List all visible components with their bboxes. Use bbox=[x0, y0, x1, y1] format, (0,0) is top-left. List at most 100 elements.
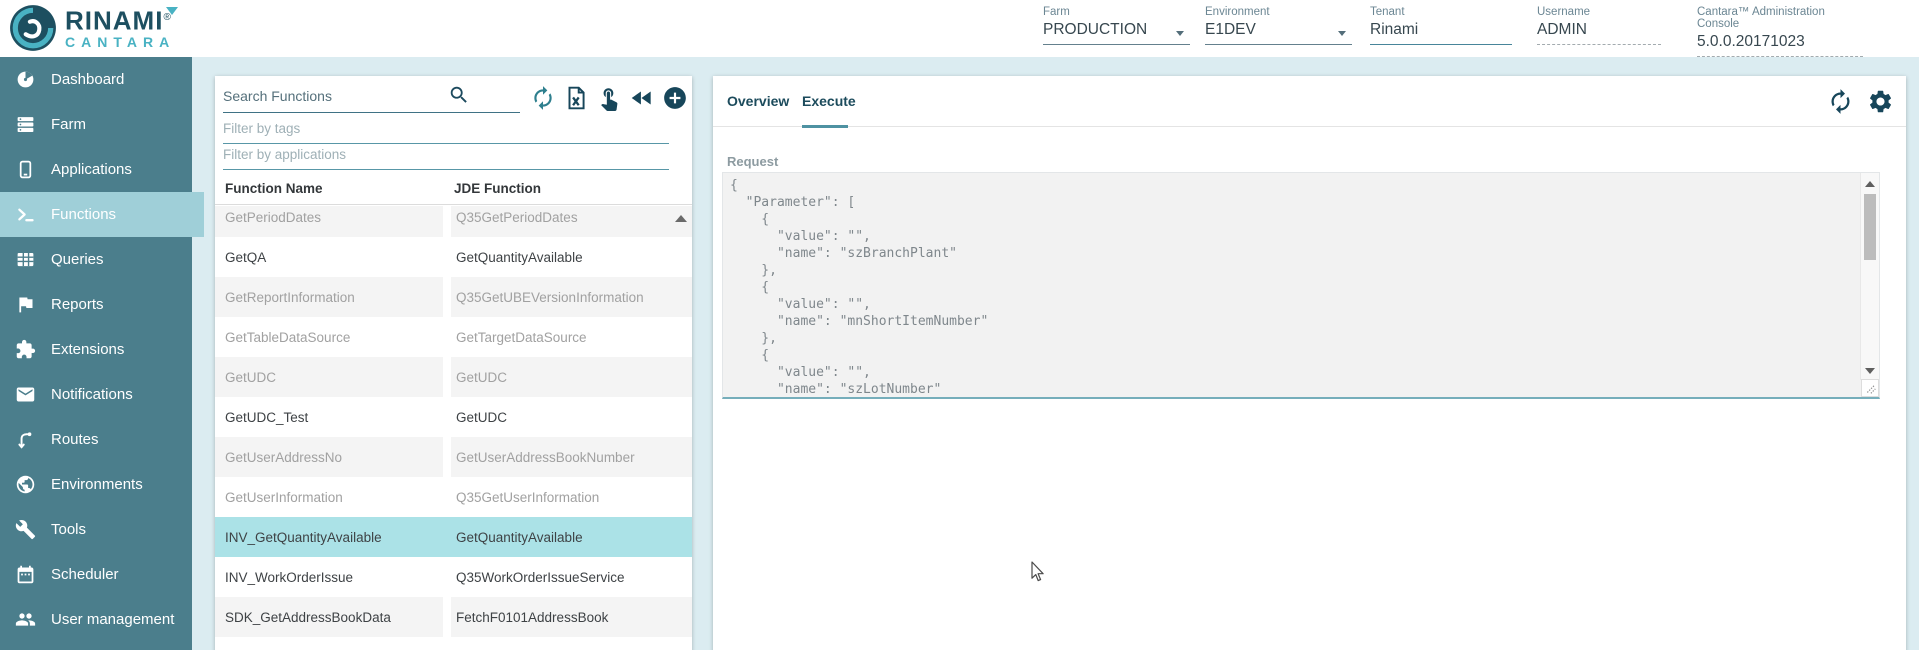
scroll-down-arrow-icon[interactable] bbox=[1865, 368, 1875, 374]
sidebar-item-reports[interactable]: Reports bbox=[0, 282, 192, 327]
jde-function-cell[interactable]: GetUDC bbox=[451, 397, 692, 437]
excel-export-icon[interactable] bbox=[563, 85, 589, 111]
rewind-icon[interactable] bbox=[629, 85, 655, 111]
chevron-down-icon[interactable] bbox=[1338, 31, 1346, 36]
cantara-admin-console: RINAMI® CANTARA FarmPRODUCTIONEnvironmen… bbox=[0, 0, 1919, 650]
table-row[interactable]: GetUDC_TestGetUDC bbox=[215, 397, 692, 437]
sidebar-item-tools[interactable]: Tools bbox=[0, 507, 192, 552]
sidebar-item-label: Extensions bbox=[51, 341, 124, 358]
column-gap bbox=[443, 597, 451, 637]
detail-toolbar bbox=[1827, 88, 1894, 115]
sidebar-item-applications[interactable]: Applications bbox=[0, 147, 192, 192]
hand-pointer-icon[interactable] bbox=[596, 85, 622, 111]
jde-function-cell[interactable]: GetUserAddressBookNumber bbox=[451, 437, 692, 477]
scroll-up-arrow-icon[interactable] bbox=[1865, 181, 1875, 187]
username-label: Username bbox=[1537, 6, 1661, 18]
header-field-farm[interactable]: FarmPRODUCTION bbox=[1043, 6, 1190, 45]
sidebar-item-extensions[interactable]: Extensions bbox=[0, 327, 192, 372]
functions-toolbar bbox=[530, 85, 688, 111]
request-json-textarea[interactable]: { "Parameter": [ { "value": "", "name": … bbox=[722, 172, 1880, 399]
table-row[interactable]: GetUserAddressNoGetUserAddressBookNumber bbox=[215, 437, 692, 477]
function-name-cell[interactable]: GetUDC_Test bbox=[215, 397, 443, 437]
jde-function-cell[interactable]: Q35GetPeriodDates bbox=[451, 206, 692, 237]
tools-icon bbox=[15, 519, 36, 540]
queries-icon bbox=[15, 249, 36, 270]
add-icon[interactable] bbox=[662, 85, 688, 111]
refresh-icon[interactable] bbox=[530, 85, 556, 111]
tab-bar: Overview Execute bbox=[713, 76, 1906, 127]
table-row[interactable]: SDK_GetAddressBookDataFetchF0101AddressB… bbox=[215, 597, 692, 637]
tenant-label: Tenant bbox=[1370, 6, 1512, 18]
column-gap bbox=[443, 397, 451, 437]
sidebar-item-label: Routes bbox=[51, 431, 99, 448]
function-name-cell[interactable]: INV_GetQuantityAvailable bbox=[215, 517, 443, 557]
search-input[interactable] bbox=[223, 84, 520, 113]
jde-function-cell[interactable]: GetQuantityAvailable bbox=[451, 237, 692, 277]
function-name-cell[interactable]: GetUserInformation bbox=[215, 477, 443, 517]
jde-function-cell[interactable]: Q35GetUBEVersionInformation bbox=[451, 277, 692, 317]
scheduler-icon bbox=[15, 564, 36, 585]
functions-panel: Function Name JDE Function GetPeriodDate… bbox=[215, 76, 692, 650]
chevron-down-icon[interactable] bbox=[1176, 31, 1184, 36]
jde-function-cell[interactable]: GetTargetDataSource bbox=[451, 317, 692, 357]
table-header: Function Name JDE Function bbox=[215, 172, 692, 205]
column-gap bbox=[443, 477, 451, 517]
function-name-cell[interactable]: GetUDC bbox=[215, 357, 443, 397]
sidebar-item-dashboard[interactable]: Dashboard bbox=[0, 57, 192, 102]
sidebar-item-queries[interactable]: Queries bbox=[0, 237, 192, 282]
table-row[interactable]: INV_GetQuantityAvailableGetQuantityAvail… bbox=[215, 517, 692, 557]
table-row[interactable]: INV_WorkOrderIssueQ35WorkOrderIssueServi… bbox=[215, 557, 692, 597]
textarea-resize-handle[interactable] bbox=[1861, 379, 1879, 397]
sidebar-item-routes[interactable]: Routes bbox=[0, 417, 192, 462]
filter-tags-input[interactable] bbox=[223, 118, 669, 144]
sidebar-item-user-management[interactable]: User management bbox=[0, 597, 192, 642]
tab-overview[interactable]: Overview bbox=[727, 76, 789, 127]
function-name-cell[interactable]: GetReportInformation bbox=[215, 277, 443, 317]
table-row[interactable]: GetPeriodDates Q35GetPeriodDates bbox=[215, 206, 692, 237]
function-name-cell[interactable]: SDK_GetAddressBookData bbox=[215, 597, 443, 637]
table-row[interactable]: GetQAGetQuantityAvailable bbox=[215, 237, 692, 277]
table-row[interactable]: GetTableDataSourceGetTargetDataSource bbox=[215, 317, 692, 357]
jde-function-cell[interactable]: GetUDC bbox=[451, 357, 692, 397]
notifications-icon bbox=[15, 384, 36, 405]
sidebar-item-label: Dashboard bbox=[51, 71, 124, 88]
gear-icon[interactable] bbox=[1867, 88, 1894, 115]
search-icon[interactable] bbox=[448, 84, 470, 106]
column-gap bbox=[443, 206, 451, 237]
sidebar-item-notifications[interactable]: Notifications bbox=[0, 372, 192, 417]
table-row[interactable]: GetUserInformationQ35GetUserInformation bbox=[215, 477, 692, 517]
request-json-content[interactable]: { "Parameter": [ { "value": "", "name": … bbox=[723, 173, 1879, 399]
column-gap bbox=[443, 517, 451, 557]
header-field-console-version: Cantara™ Administration Console5.0.0.201… bbox=[1697, 6, 1863, 57]
routes-icon bbox=[15, 429, 36, 450]
function-name-cell[interactable]: GetPeriodDates bbox=[215, 206, 443, 237]
scrollbar-thumb[interactable] bbox=[1864, 194, 1876, 260]
jde-function-cell[interactable]: FetchF0101AddressBook bbox=[451, 597, 692, 637]
header-field-environment[interactable]: EnvironmentE1DEV bbox=[1205, 6, 1352, 45]
environment-value[interactable]: E1DEV bbox=[1205, 21, 1352, 45]
filter-applications-input[interactable] bbox=[223, 144, 669, 170]
function-name-cell[interactable]: GetTableDataSource bbox=[215, 317, 443, 357]
sidebar-item-farm[interactable]: Farm bbox=[0, 102, 192, 147]
function-name-cell[interactable]: GetUserAddressNo bbox=[215, 437, 443, 477]
jde-function-cell[interactable]: Q35WorkOrderIssueService bbox=[451, 557, 692, 597]
table-row[interactable]: GetUDCGetUDC bbox=[215, 357, 692, 397]
header-field-tenant[interactable]: Tenant Rinami bbox=[1370, 6, 1512, 45]
sidebar-item-label: Scheduler bbox=[51, 566, 119, 583]
resize-grip-icon bbox=[1862, 380, 1878, 396]
sidebar-item-functions[interactable]: Functions bbox=[0, 192, 204, 237]
farm-value[interactable]: PRODUCTION bbox=[1043, 21, 1190, 45]
textarea-scrollbar[interactable] bbox=[1860, 173, 1879, 380]
refresh-icon[interactable] bbox=[1827, 88, 1854, 115]
tenant-value[interactable]: Rinami bbox=[1370, 21, 1512, 45]
jde-function-cell[interactable]: GetQuantityAvailable bbox=[451, 517, 692, 557]
function-name-cell[interactable]: GetQA bbox=[215, 237, 443, 277]
jde-function-cell[interactable]: Q35GetUserInformation bbox=[451, 477, 692, 517]
sidebar-item-environments[interactable]: Environments bbox=[0, 462, 192, 507]
table-row[interactable]: GetReportInformationQ35GetUBEVersionInfo… bbox=[215, 277, 692, 317]
function-name-cell[interactable]: INV_WorkOrderIssue bbox=[215, 557, 443, 597]
tab-execute[interactable]: Execute bbox=[802, 76, 856, 127]
table-scroll-up-arrow[interactable] bbox=[675, 215, 687, 222]
column-gap bbox=[443, 557, 451, 597]
sidebar-item-scheduler[interactable]: Scheduler bbox=[0, 552, 192, 597]
